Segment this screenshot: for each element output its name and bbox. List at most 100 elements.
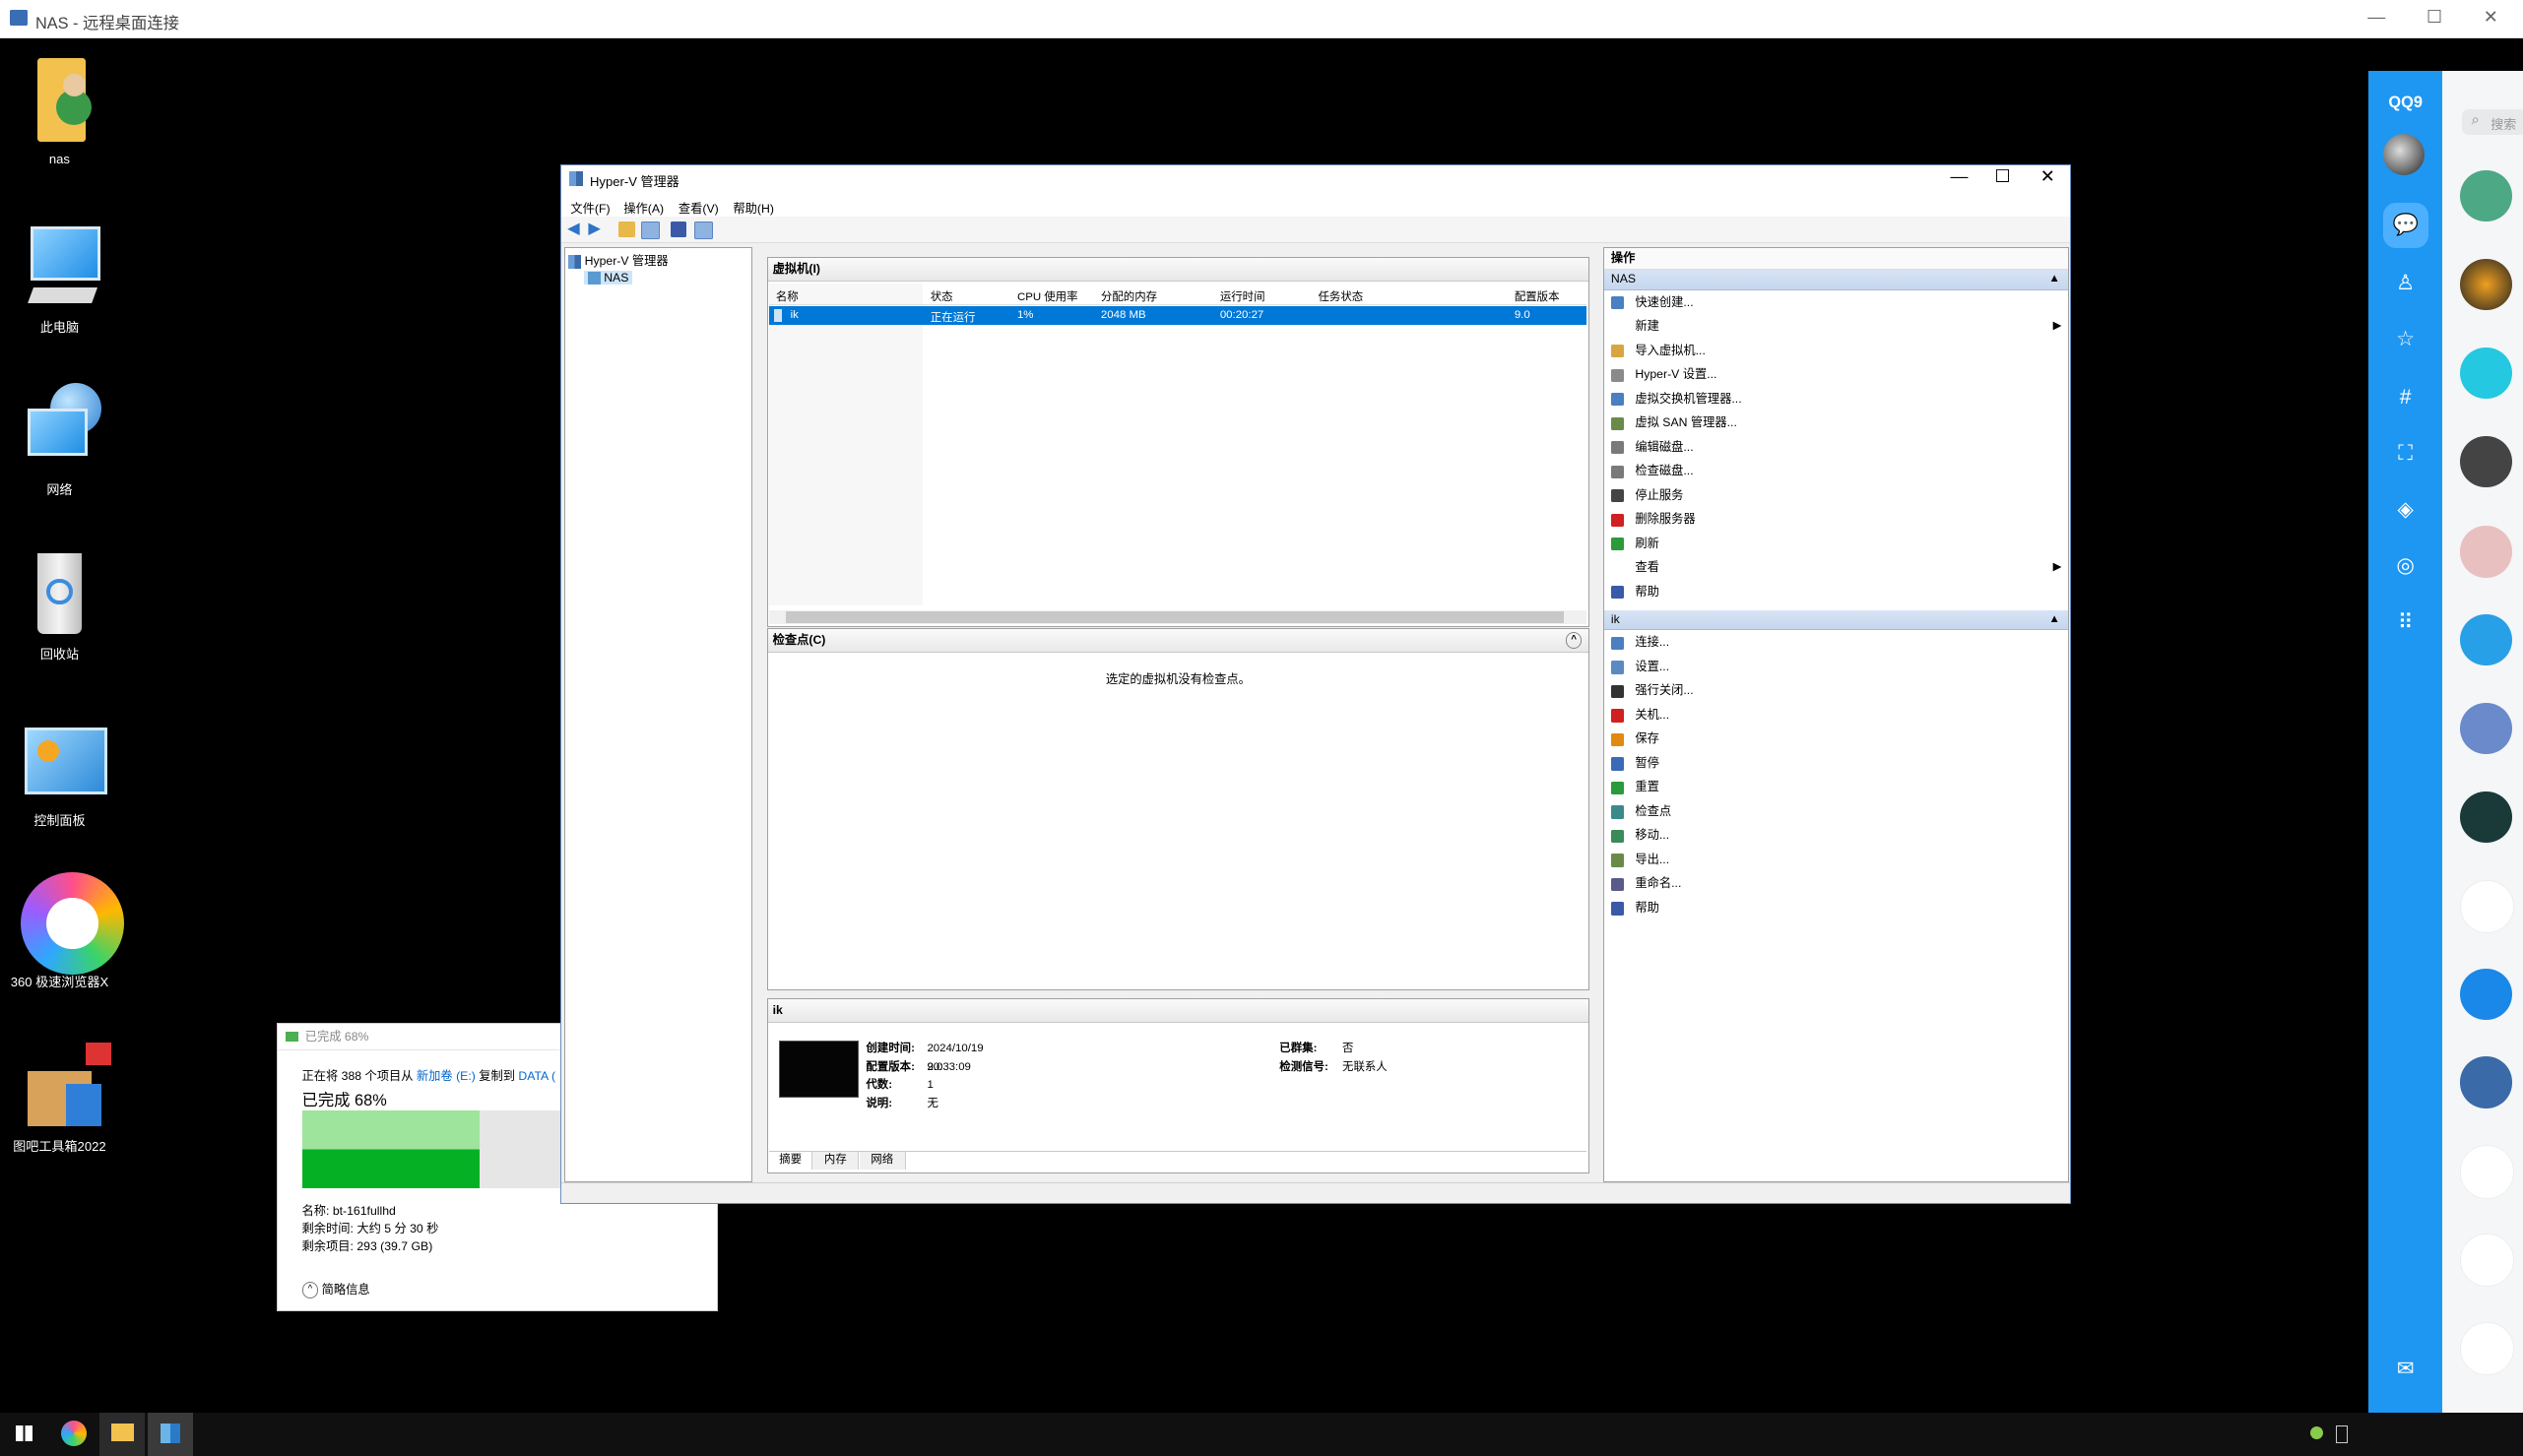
rdp-minimize-button[interactable]: — xyxy=(2361,7,2393,28)
conversation-avatar[interactable] xyxy=(2460,1145,2514,1199)
action-view[interactable]: 查看 ▶ xyxy=(1604,555,2068,580)
copy-destination-link[interactable]: DATA ( xyxy=(518,1069,555,1083)
explorer-taskbar-button[interactable] xyxy=(99,1412,146,1456)
action-connect[interactable]: 连接... xyxy=(1604,630,2068,655)
action-import[interactable]: 导入虚拟机... xyxy=(1604,339,2068,363)
action-delete[interactable]: 删除服务器 xyxy=(1604,507,2068,532)
col-cpu[interactable]: CPU 使用率 xyxy=(1017,288,1078,304)
vm-horizontal-scrollbar[interactable] xyxy=(769,609,1587,625)
conversation-avatar[interactable] xyxy=(2460,614,2512,666)
menu-view[interactable]: 查看(V) xyxy=(679,199,719,217)
desktop-icon-nas[interactable]: nas xyxy=(3,51,115,166)
show-hide-actions-icon[interactable] xyxy=(694,221,713,240)
back-arrow-icon[interactable]: ◀ xyxy=(567,219,583,237)
copy-source-link[interactable]: 新加卷 (E:) xyxy=(417,1069,476,1083)
action-settings[interactable]: Hyper-V 设置... xyxy=(1604,362,2068,387)
chat-bubble-icon[interactable]: 💬 xyxy=(2389,211,2422,239)
conversation-avatar[interactable] xyxy=(2460,526,2512,578)
collapse-group-icon[interactable]: ▲ xyxy=(2048,610,2059,630)
tree-node-server[interactable]: NAS xyxy=(584,270,632,285)
action-help[interactable]: 帮助 xyxy=(1604,896,2068,920)
vm-thumbnail[interactable] xyxy=(779,1041,859,1099)
action-shutdown[interactable]: 关机... xyxy=(1604,703,2068,728)
action-switch[interactable]: 虚拟交换机管理器... xyxy=(1604,387,2068,411)
action-checkpoint[interactable]: 检查点 xyxy=(1604,799,2068,824)
conversation-avatar[interactable] xyxy=(2460,1056,2512,1108)
action-reset[interactable]: 重置 xyxy=(1604,775,2068,799)
rdp-close-button[interactable]: ✕ xyxy=(2475,7,2507,28)
user-avatar[interactable] xyxy=(2382,133,2426,176)
col-memory[interactable]: 分配的内存 xyxy=(1101,288,1157,304)
conversation-avatar[interactable] xyxy=(2460,703,2512,755)
action-new[interactable]: 新建 ▶ xyxy=(1604,314,2068,339)
tab-summary[interactable]: 摘要 xyxy=(769,1151,812,1170)
more-apps-grid-icon[interactable]: ⠿ xyxy=(2389,608,2422,637)
action-help[interactable]: 帮助 xyxy=(1604,580,2068,604)
up-folder-icon[interactable] xyxy=(618,221,635,238)
vm-row-ik[interactable]: ik 正在运行 1% 2048 MB 00:20:27 9.0 xyxy=(769,305,1587,326)
action-inspect-disk[interactable]: 检查磁盘... xyxy=(1604,459,2068,483)
menu-file[interactable]: 文件(F) xyxy=(570,199,610,217)
less-info-button[interactable]: ^ 简略信息 xyxy=(301,1280,370,1299)
action-quick-create[interactable]: 快速创建... xyxy=(1604,290,2068,315)
action-turn-off[interactable]: 强行关闭... xyxy=(1604,678,2068,703)
desktop-icon-network[interactable]: 网络 xyxy=(3,380,115,498)
action-settings[interactable]: 设置... xyxy=(1604,655,2068,679)
actions-group-vm[interactable]: ik ▲ xyxy=(1604,609,2068,631)
hyperv-close-button[interactable]: ✕ xyxy=(2025,166,2070,187)
desktop-icon-tuba-toolbox[interactable]: 图吧工具箱2022 xyxy=(3,1036,115,1154)
action-san[interactable]: 虚拟 SAN 管理器... xyxy=(1604,411,2068,435)
tab-memory[interactable]: 内存 xyxy=(812,1151,860,1170)
col-name[interactable]: 名称 xyxy=(776,288,799,304)
battery-icon[interactable] xyxy=(2336,1424,2349,1443)
desktop-icon-recycle-bin[interactable]: 回收站 xyxy=(3,543,115,662)
hyperv-minimize-button[interactable]: — xyxy=(1937,166,1982,187)
show-hide-tree-icon[interactable] xyxy=(641,221,660,240)
scrollbar-thumb[interactable] xyxy=(785,611,1565,623)
conversation-avatar[interactable] xyxy=(2460,347,2512,400)
conversation-avatar[interactable] xyxy=(2460,1234,2514,1288)
action-export[interactable]: 导出... xyxy=(1604,848,2068,872)
collapse-icon[interactable]: ^ xyxy=(1565,632,1583,650)
conversation-avatar[interactable] xyxy=(2460,1322,2514,1376)
conversation-avatar[interactable] xyxy=(2460,791,2512,844)
col-config-version[interactable]: 配置版本 xyxy=(1515,288,1560,304)
action-move[interactable]: 移动... xyxy=(1604,823,2068,848)
help-icon[interactable] xyxy=(670,221,687,238)
zone-icon[interactable]: ◈ xyxy=(2389,495,2422,524)
channel-hash-icon[interactable]: # xyxy=(2389,383,2422,411)
conversation-avatar[interactable] xyxy=(2460,170,2512,222)
actions-group-server[interactable]: NAS ▲ xyxy=(1604,270,2068,290)
desktop-icon-this-pc[interactable]: 此电脑 xyxy=(3,218,115,336)
menu-help[interactable]: 帮助(H) xyxy=(733,199,774,217)
hyperv-taskbar-button[interactable] xyxy=(148,1412,194,1456)
games-icon[interactable]: ⛶ xyxy=(2389,439,2422,468)
hyperv-maximize-button[interactable]: ☐ xyxy=(1980,166,2026,187)
menu-action[interactable]: 操作(A) xyxy=(623,199,664,217)
browser-taskbar-icon[interactable] xyxy=(61,1420,88,1446)
col-state[interactable]: 状态 xyxy=(931,288,953,304)
col-uptime[interactable]: 运行时间 xyxy=(1220,288,1265,304)
conversation-avatar[interactable] xyxy=(2460,879,2514,934)
action-rename[interactable]: 重命名... xyxy=(1604,871,2068,896)
favorites-star-icon[interactable]: ☆ xyxy=(2389,325,2422,353)
collapse-group-icon[interactable]: ▲ xyxy=(2048,270,2059,289)
action-refresh[interactable]: 刷新 xyxy=(1604,532,2068,556)
tree-root-hyperv[interactable]: Hyper-V 管理器 xyxy=(568,251,669,269)
action-stop[interactable]: 停止服务 xyxy=(1604,483,2068,508)
action-edit-disk[interactable]: 编辑磁盘... xyxy=(1604,435,2068,460)
search-input[interactable]: ⌕ 搜索 xyxy=(2461,109,2523,136)
contacts-icon[interactable]: ♙ xyxy=(2389,269,2422,297)
tab-network[interactable]: 网络 xyxy=(859,1151,906,1170)
mail-icon[interactable]: ✉ xyxy=(2389,1355,2422,1383)
desktop-icon-360-browser[interactable]: 360 极速浏览器X xyxy=(3,871,124,990)
conversation-avatar[interactable] xyxy=(2460,259,2512,311)
rdp-maximize-button[interactable]: ☐ xyxy=(2419,7,2451,28)
planet-icon[interactable]: ◎ xyxy=(2389,551,2422,580)
col-task-status[interactable]: 任务状态 xyxy=(1319,288,1364,304)
action-save[interactable]: 保存 xyxy=(1604,727,2068,751)
windows-start-icon[interactable] xyxy=(16,1424,32,1441)
conversation-avatar[interactable] xyxy=(2460,435,2512,488)
desktop-icon-control-panel[interactable]: 控制面板 xyxy=(3,711,115,829)
conversation-avatar[interactable] xyxy=(2460,968,2512,1020)
